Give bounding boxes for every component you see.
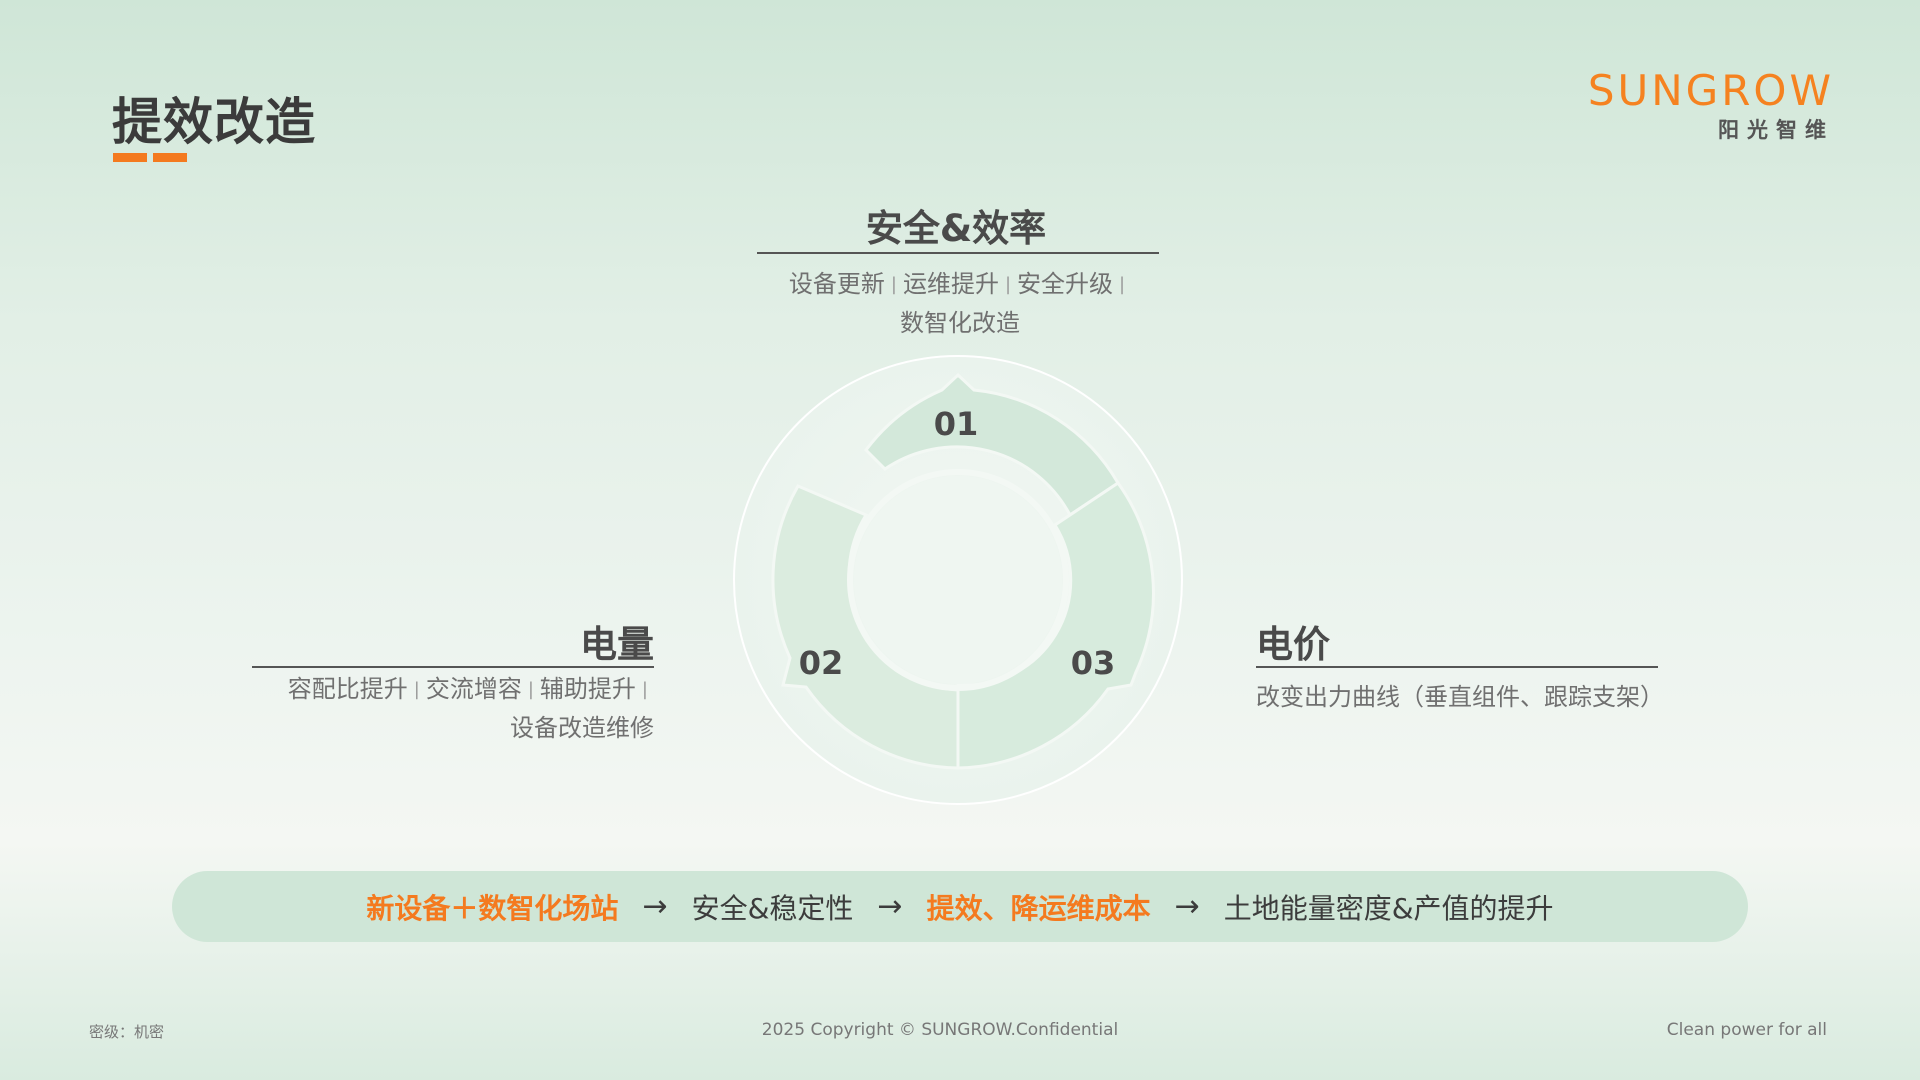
- slogan-text: Clean power for all: [1666, 1020, 1827, 1040]
- segment-01-number: 01: [934, 405, 979, 443]
- section-02-title: 电量: [580, 623, 654, 666]
- section-01-divider: [757, 252, 1159, 254]
- logo-wordmark: SUNGROW: [1587, 66, 1834, 115]
- section-01-item: 设备更新: [788, 270, 885, 298]
- segment-03-number: 03: [1071, 644, 1116, 682]
- item-separator: |: [527, 679, 534, 700]
- inner-core: [854, 476, 1062, 684]
- item-separator: |: [1004, 274, 1012, 295]
- sungrow-logo: SUNGROW 阳光智维: [1534, 66, 1834, 146]
- item-separator: |: [413, 679, 420, 700]
- section-02-item: 交流增容: [425, 675, 522, 703]
- section-01-items: 设备更新 | 运维提升 | 安全升级 | 数智化改造: [760, 266, 1160, 342]
- flow-step-4: 土地能量密度&产值的提升: [1223, 891, 1554, 925]
- page-title: 提效改造: [112, 93, 316, 151]
- arrow-right-icon: →: [642, 889, 668, 924]
- arrow-right-icon: →: [877, 889, 903, 924]
- section-02-items: 容配比提升 | 交流增容 | 辅助提升 | 设备改造维修: [252, 671, 654, 747]
- title-accent-bar: [113, 153, 187, 162]
- item-separator: |: [890, 274, 897, 295]
- section-03-divider: [1256, 666, 1658, 668]
- flow-step-2: 安全&稳定性: [691, 891, 854, 925]
- section-03-description: 改变出力曲线（垂直组件、跟踪支架）: [1256, 683, 1664, 711]
- section-02-item: 辅助提升: [539, 675, 636, 703]
- section-01-title: 安全&效率: [865, 207, 1047, 250]
- item-separator: |: [1119, 274, 1126, 295]
- segment-02-number: 02: [799, 644, 844, 682]
- flow-step-3: 提效、降运维成本: [926, 891, 1151, 925]
- arrow-right-icon: →: [1174, 889, 1200, 924]
- section-02-item: 设备改造维修: [510, 714, 654, 742]
- logo-subtitle: 阳光智维: [1718, 118, 1834, 142]
- item-separator: |: [641, 679, 648, 700]
- section-01-item: 安全升级: [1017, 270, 1114, 298]
- copyright-text: 2025 Copyright © SUNGROW.Confidential: [761, 1020, 1119, 1040]
- flow-summary-bar: 新设备＋数智化场站 → 安全&稳定性 → 提效、降运维成本 → 土地能量密度&产…: [172, 871, 1748, 942]
- section-01-item: 数智化改造: [900, 309, 1020, 337]
- cycle-diagram: 01 02 03: [733, 355, 1183, 805]
- flow-step-1: 新设备＋数智化场站: [366, 891, 619, 925]
- section-03-title: 电价: [1256, 623, 1330, 666]
- section-02-item: 容配比提升: [287, 675, 408, 703]
- section-02-divider: [252, 666, 654, 668]
- section-01-item: 运维提升: [902, 270, 999, 298]
